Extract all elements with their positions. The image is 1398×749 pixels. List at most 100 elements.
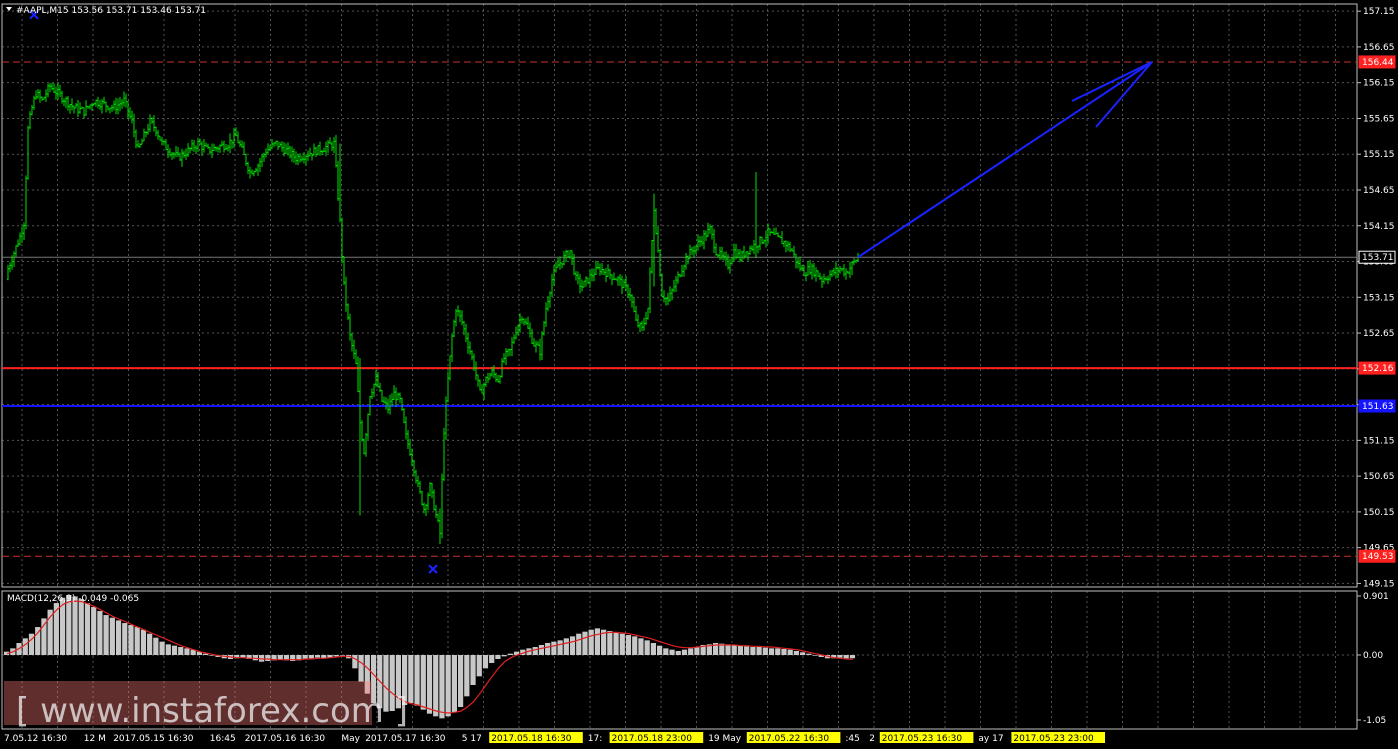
macd-histogram-bar xyxy=(768,648,775,655)
macd-histogram-bar xyxy=(314,655,321,658)
time-label: 2017.05.16 16:30 xyxy=(245,734,326,744)
macd-histogram-bar xyxy=(681,649,688,655)
macd-histogram-bar xyxy=(744,646,750,655)
macd-histogram-bar xyxy=(781,649,787,655)
macd-histogram-bar xyxy=(433,655,439,717)
time-label: 16:45 xyxy=(210,734,236,744)
macd-histogram-bar xyxy=(762,647,768,655)
y-tick-label: 155.65 xyxy=(1363,114,1395,124)
y-tick-label: 155.15 xyxy=(1363,150,1395,160)
macd-histogram-bar xyxy=(91,607,97,655)
macd-header: MACD(12,26,9) -0.049 -0.065 xyxy=(7,594,139,604)
macd-histogram-bar xyxy=(793,651,800,655)
macd-histogram-bar xyxy=(308,655,314,659)
time-label: 19 May xyxy=(708,734,742,744)
macd-histogram-bar xyxy=(420,655,426,710)
y-tick-label: 150.15 xyxy=(1363,508,1395,518)
macd-histogram-bar xyxy=(97,611,103,655)
time-label: 12 M xyxy=(84,734,106,744)
macd-histogram-bar xyxy=(426,655,433,714)
macd-histogram-bar xyxy=(457,655,464,707)
time-label: 2017.05.22 16:30 xyxy=(749,734,830,744)
macd-histogram-bar xyxy=(495,655,501,659)
macd-histogram-bar xyxy=(582,631,588,655)
macd-histogram-bar xyxy=(725,644,731,655)
y-tick-label: 154.15 xyxy=(1363,222,1395,232)
macd-histogram-bar xyxy=(501,655,507,657)
macd-histogram-bar xyxy=(669,649,675,655)
macd-histogram-bar xyxy=(538,645,545,655)
macd-tick-label: 0.901 xyxy=(1363,592,1389,602)
macd-histogram-bar xyxy=(482,655,489,669)
macd-histogram-bar xyxy=(551,641,557,655)
macd-histogram-bar xyxy=(252,655,258,661)
macd-histogram-bar xyxy=(650,643,656,655)
macd-histogram-bar xyxy=(849,655,855,659)
macd-histogram-bar xyxy=(470,655,476,685)
y-tick-label: 150.65 xyxy=(1363,472,1395,482)
macd-histogram-bar xyxy=(563,638,569,655)
macd-histogram-bar xyxy=(140,629,147,655)
macd-histogram-bar xyxy=(134,627,140,655)
macd-histogram-bar xyxy=(115,620,122,655)
time-label: ay 17 xyxy=(978,734,1003,744)
time-label: 17: xyxy=(588,734,602,744)
macd-histogram-bar xyxy=(787,649,793,655)
macd-histogram-bar xyxy=(339,655,346,656)
macd-histogram-bar xyxy=(489,655,495,663)
macd-histogram-bar xyxy=(675,651,681,655)
y-tick-label: 149.15 xyxy=(1363,579,1395,589)
macd-histogram-bar xyxy=(439,655,445,719)
y-tick-label: 154.65 xyxy=(1363,186,1395,196)
price-badge-label: 151.63 xyxy=(1362,402,1394,412)
macd-histogram-bar xyxy=(165,644,171,655)
macd-histogram-bar xyxy=(843,655,849,659)
macd-histogram-bar xyxy=(557,640,563,655)
trading-chart[interactable]: 157.15 156.65 156.15 155.65 155.15 154.65 154.… xyxy=(0,0,1398,749)
macd-histogram-bar xyxy=(800,652,806,655)
symbol-header: #AAPL,M15 153.56 153.71 153.46 153.71 xyxy=(16,6,206,16)
macd-histogram-bar xyxy=(178,647,184,655)
macd-histogram-bar xyxy=(147,633,153,655)
macd-histogram-bar xyxy=(41,618,47,655)
time-label: 2017.05.23 23:00 xyxy=(1013,734,1094,744)
macd-histogram-bar xyxy=(619,633,625,655)
macd-histogram-bar xyxy=(128,625,134,655)
macd-histogram-bar xyxy=(476,655,482,677)
macd-histogram-bar xyxy=(103,615,109,655)
macd-histogram-bar xyxy=(812,655,818,656)
macd-histogram-bar xyxy=(109,617,115,655)
y-tick-label: 156.15 xyxy=(1363,79,1395,89)
time-label: :45 xyxy=(845,734,859,744)
macd-histogram-bar xyxy=(464,655,470,697)
macd-histogram-bar xyxy=(352,655,358,669)
price-badge-label: 149.53 xyxy=(1362,552,1394,562)
time-label: May xyxy=(341,734,360,744)
macd-histogram-bar xyxy=(737,645,744,655)
macd-histogram-bar xyxy=(656,645,663,655)
time-label: 2017.05.23 16:30 xyxy=(882,734,963,744)
y-tick-label: 153.15 xyxy=(1363,293,1395,303)
y-tick-label: 152.65 xyxy=(1363,329,1395,339)
time-label: 2017.05.18 16:30 xyxy=(491,734,572,744)
macd-histogram-bar xyxy=(532,647,538,655)
macd-histogram-bar xyxy=(663,648,669,655)
time-label: 2017.05.18 23:00 xyxy=(612,734,693,744)
macd-histogram-bar xyxy=(644,640,650,655)
macd-histogram-bar xyxy=(569,636,576,655)
macd-histogram-bar xyxy=(333,655,339,657)
macd-histogram-bar xyxy=(72,596,78,655)
macd-histogram-bar xyxy=(507,653,513,655)
time-axis: 7.05.12 16:30 12 M 2017.05.15 16:30 16:45 20… xyxy=(4,732,1105,744)
macd-histogram-bar xyxy=(632,636,638,655)
price-badge-label: 152.16 xyxy=(1362,364,1394,374)
macd-histogram-bar xyxy=(265,655,271,661)
price-badge-label: 153.71 xyxy=(1362,253,1394,263)
macd-histogram-bar xyxy=(731,645,737,655)
macd-histogram-bar xyxy=(22,638,28,655)
macd-histogram-bar xyxy=(594,628,601,655)
macd-tick-label: -1.05 xyxy=(1363,716,1386,726)
macd-histogram-bar xyxy=(153,637,159,655)
macd-histogram-bar xyxy=(576,633,582,655)
y-tick-label: 157.15 xyxy=(1363,7,1395,17)
